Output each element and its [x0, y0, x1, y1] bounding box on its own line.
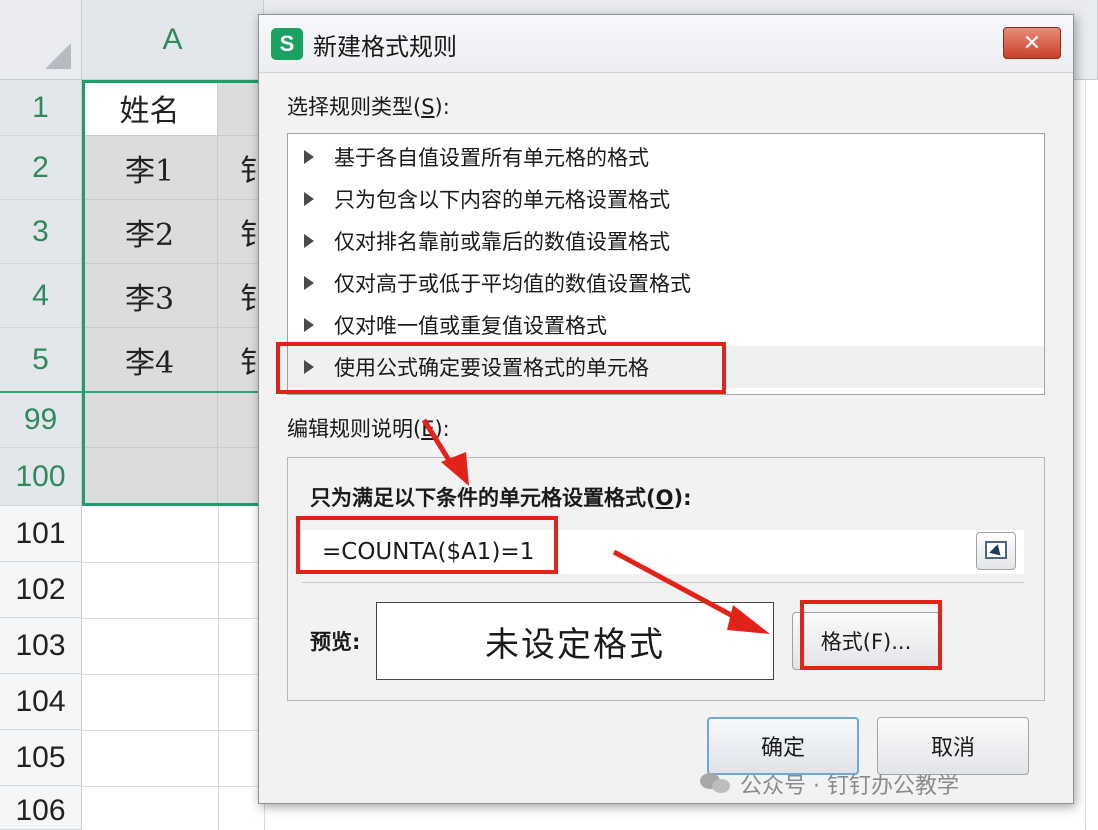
row-header-5[interactable]: 5 — [0, 328, 82, 392]
rule-type-item[interactable]: 仅对排名靠前或靠后的数值设置格式 — [288, 220, 1044, 262]
gridline — [82, 730, 264, 731]
range-select-icon — [985, 541, 1007, 559]
wechat-icon — [700, 771, 732, 797]
triangle-right-icon — [304, 234, 316, 248]
rule-type-item[interactable]: 只为包含以下内容的单元格设置格式 — [288, 178, 1044, 220]
divider — [302, 582, 1024, 583]
row-header-105[interactable]: 105 — [0, 730, 82, 786]
cell-a4[interactable]: 李3 — [82, 264, 218, 328]
dialog-title: 新建格式规则 — [313, 33, 457, 61]
cell-a2[interactable]: 李1 — [82, 136, 218, 200]
edit-rule-panel: 只为满足以下条件的单元格设置格式(O): 预览: 未设定格式 格式(F)... — [287, 457, 1045, 701]
triangle-right-icon — [304, 150, 316, 164]
rule-type-item[interactable]: 仅对高于或低于平均值的数值设置格式 — [288, 262, 1044, 304]
row-header-101[interactable]: 101 — [0, 506, 82, 562]
cell-a99[interactable] — [82, 392, 218, 448]
column-header-a[interactable]: A — [82, 0, 264, 80]
row-header-106[interactable]: 106 — [0, 786, 82, 830]
rule-type-item-selected[interactable]: 使用公式确定要设置格式的单元格 — [288, 346, 1044, 388]
format-button[interactable]: 格式(F)... — [792, 612, 940, 670]
close-button[interactable]: ✕ — [1003, 27, 1061, 59]
row-header-104[interactable]: 104 — [0, 674, 82, 730]
row-header-99[interactable]: 99 — [0, 392, 82, 448]
ok-button[interactable]: 确定 — [707, 717, 859, 775]
triangle-right-icon — [304, 360, 316, 374]
rule-type-item[interactable]: 基于各自值设置所有单元格的格式 — [288, 136, 1044, 178]
row-header-3[interactable]: 3 — [0, 200, 82, 264]
preview-label: 预览: — [310, 630, 361, 654]
cancel-button[interactable]: 取消 — [877, 717, 1029, 775]
gridline — [1085, 80, 1086, 830]
app-logo-icon: S — [271, 28, 303, 60]
gridline — [82, 562, 264, 563]
row-header-4[interactable]: 4 — [0, 264, 82, 328]
cell-a100[interactable] — [82, 448, 218, 506]
cell-a5[interactable]: 李4 — [82, 328, 218, 392]
row-header-103[interactable]: 103 — [0, 618, 82, 674]
cell-a3[interactable]: 李2 — [82, 200, 218, 264]
range-select-button[interactable] — [976, 532, 1016, 570]
new-format-rule-dialog: S 新建格式规则 ✕ 选择规则类型(S): 基于各自值设置所有单元格的格式 只为… — [258, 14, 1074, 804]
select-all-corner[interactable] — [0, 0, 82, 80]
triangle-right-icon — [304, 318, 316, 332]
gridline — [82, 786, 264, 787]
rule-type-list[interactable]: 基于各自值设置所有单元格的格式 只为包含以下内容的单元格设置格式 仅对排名靠前或… — [287, 133, 1045, 395]
condition-label: 只为满足以下条件的单元格设置格式(O): — [310, 486, 692, 510]
row-header-2[interactable]: 2 — [0, 136, 82, 200]
frozen-row-separator — [0, 391, 264, 393]
rule-type-label: 选择规则类型(S): — [287, 95, 450, 119]
row-header-102[interactable]: 102 — [0, 562, 82, 618]
gridline — [82, 674, 264, 675]
gridline — [218, 506, 219, 830]
row-header-100[interactable]: 100 — [0, 448, 82, 506]
edit-rule-label: 编辑规则说明(E): — [287, 417, 450, 441]
triangle-right-icon — [304, 276, 316, 290]
watermark: 公众号 · 钉钉办公教学 — [700, 768, 959, 800]
cell-a1[interactable]: 姓名 — [82, 80, 218, 136]
row-header-1[interactable]: 1 — [0, 80, 82, 136]
preview-box: 未设定格式 — [376, 602, 774, 680]
formula-input[interactable] — [302, 530, 1024, 574]
dialog-titlebar[interactable]: S 新建格式规则 ✕ — [259, 15, 1073, 73]
select-all-triangle-icon — [45, 43, 71, 69]
triangle-right-icon — [304, 192, 316, 206]
rule-type-item[interactable]: 仅对唯一值或重复值设置格式 — [288, 304, 1044, 346]
gridline — [82, 618, 264, 619]
